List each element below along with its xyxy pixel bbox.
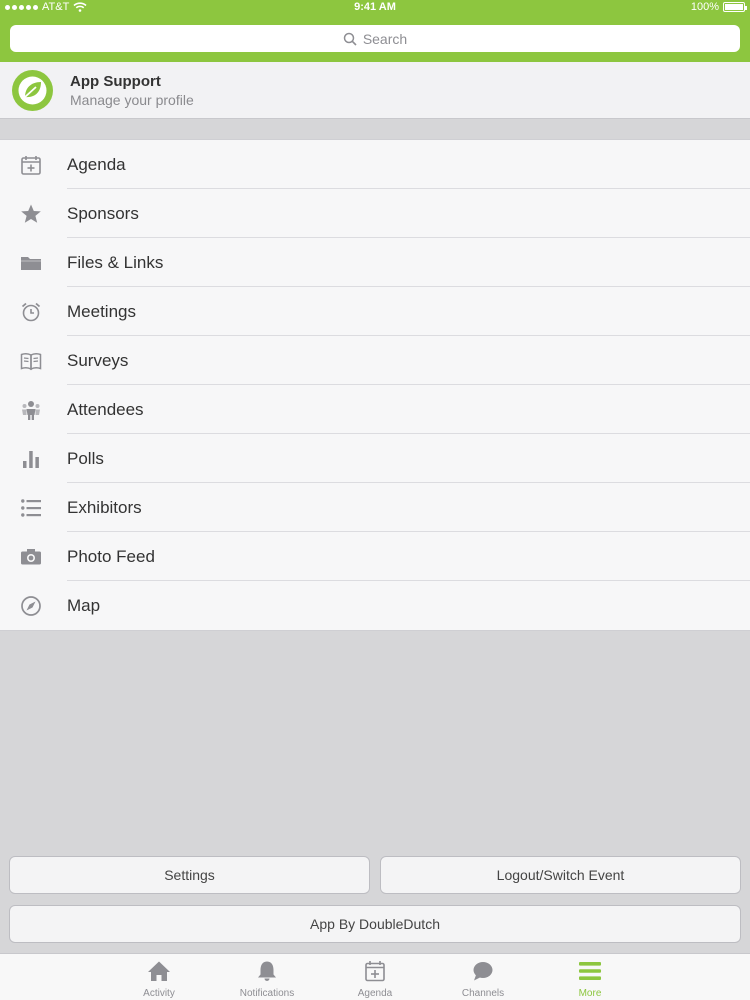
menu-item-label: Polls [67, 449, 104, 468]
settings-button[interactable]: Settings [9, 856, 370, 894]
app-screen: AT&T 9:41 AM 100% Search App Support Man… [0, 0, 750, 1000]
menu-item-agenda[interactable]: Agenda [0, 140, 750, 189]
profile-row[interactable]: App Support Manage your profile [0, 62, 750, 119]
menu-item-label: Exhibitors [67, 498, 142, 517]
search-icon [343, 32, 357, 46]
search-input[interactable]: Search [10, 25, 740, 52]
compass-icon [19, 594, 43, 618]
status-bar: AT&T 9:41 AM 100% [0, 0, 750, 16]
menu-item-exhibitors[interactable]: Exhibitors [0, 483, 750, 532]
search-placeholder: Search [362, 30, 408, 47]
tab-agenda[interactable]: Agenda [321, 954, 429, 1000]
search-header: Search [0, 16, 750, 62]
menu-item-label: Agenda [67, 155, 126, 174]
tab-label: More [578, 988, 602, 999]
battery-percent: 100% [690, 1, 719, 13]
hamburger-menu-icon [536, 960, 644, 984]
menu-item-label: Attendees [67, 400, 144, 419]
tab-bar: Activity Notifications Agenda Channels M… [0, 953, 750, 1000]
menu-item-photo-feed[interactable]: Photo Feed [0, 532, 750, 581]
menu-item-meetings[interactable]: Meetings [0, 287, 750, 336]
menu-item-files-links[interactable]: Files & Links [0, 238, 750, 287]
status-time: 9:41 AM [354, 1, 396, 13]
profile-name: App Support [70, 73, 161, 90]
list-icon [19, 496, 43, 520]
menu-item-label: Meetings [67, 302, 136, 321]
folder-icon [19, 251, 43, 275]
chat-bubble-icon [429, 960, 537, 984]
menu-item-surveys[interactable]: Surveys [0, 336, 750, 385]
bell-icon [213, 960, 321, 984]
open-book-icon [19, 349, 43, 373]
tab-activity[interactable]: Activity [105, 954, 213, 1000]
battery-icon [723, 2, 747, 12]
profile-subtitle: Manage your profile [70, 92, 194, 108]
menu-item-label: Files & Links [67, 253, 164, 272]
menu-item-label: Map [67, 596, 101, 615]
calendar-icon [19, 153, 43, 177]
menu-item-attendees[interactable]: Attendees [0, 385, 750, 434]
tab-label: Activity [143, 988, 175, 999]
tab-notifications[interactable]: Notifications [213, 954, 321, 1000]
menu-item-label: Photo Feed [67, 547, 155, 566]
menu-item-polls[interactable]: Polls [0, 434, 750, 483]
camera-icon [19, 545, 43, 569]
tab-more[interactable]: More [536, 954, 644, 1000]
tab-label: Agenda [357, 988, 393, 999]
people-icon [19, 398, 43, 422]
avatar [12, 70, 53, 111]
app-by-doubledutch-button[interactable]: App By DoubleDutch [9, 905, 741, 943]
logout-switch-event-button[interactable]: Logout/Switch Event [380, 856, 741, 894]
tab-channels[interactable]: Channels [429, 954, 537, 1000]
star-icon [19, 202, 43, 226]
battery-group: 100% [690, 1, 747, 13]
menu-item-label: Sponsors [67, 204, 139, 223]
leaf-logo-icon [18, 76, 47, 105]
tab-label: Channels [461, 988, 505, 999]
alarm-clock-icon [19, 300, 43, 324]
bar-chart-icon [19, 447, 43, 471]
calendar-icon [321, 960, 429, 984]
tab-label: Notifications [239, 988, 295, 999]
menu-item-sponsors[interactable]: Sponsors [0, 189, 750, 238]
menu-item-map[interactable]: Map [0, 581, 750, 630]
menu-list: Agenda Sponsors Files & Links Meetings S… [0, 139, 750, 631]
home-icon [105, 960, 213, 984]
menu-item-label: Surveys [67, 351, 129, 370]
